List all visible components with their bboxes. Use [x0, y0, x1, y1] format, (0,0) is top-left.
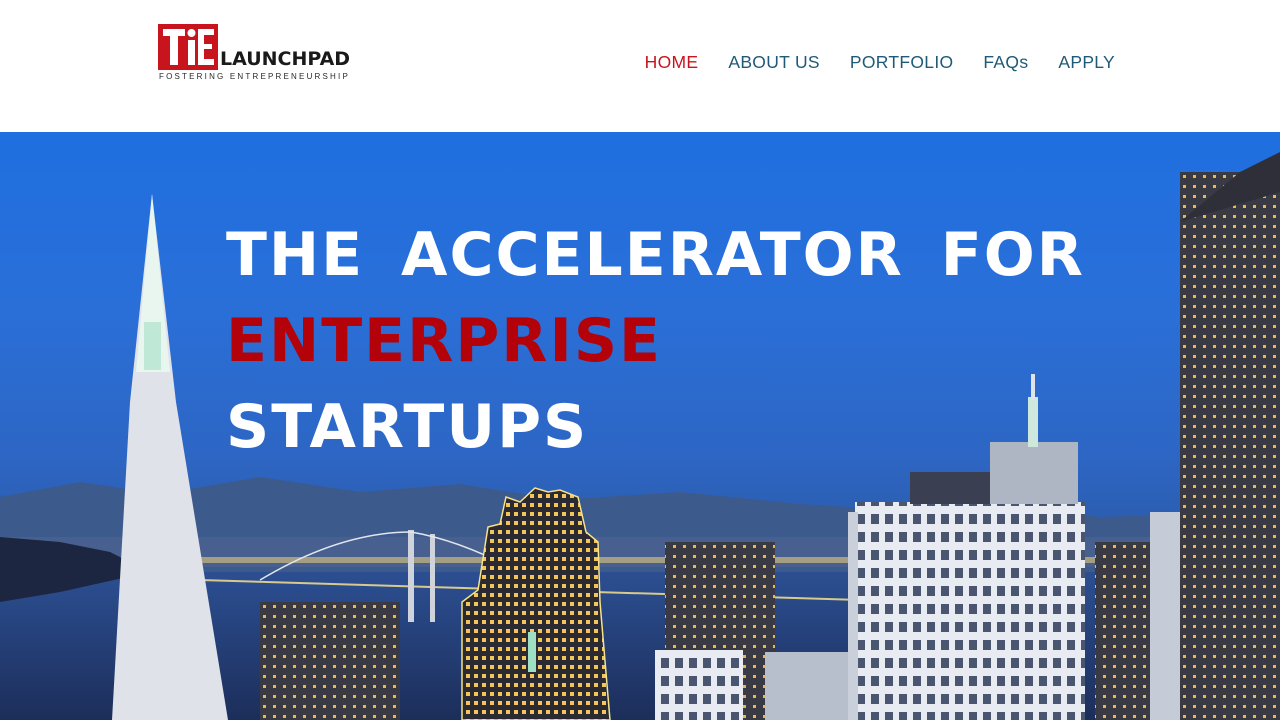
logo-wordmark: LAUNCHPAD [220, 48, 351, 70]
headline-line-3: STARTUPS [226, 392, 589, 462]
hero-headline: THE ACCELERATOR FOR ENTERPRISE STARTUPS [226, 212, 1085, 470]
nav-about-us[interactable]: ABOUT US [728, 52, 820, 73]
tie-launchpad-logo[interactable]: LAUNCHPAD FOSTERING ENTREPRENEURSHIP [158, 24, 358, 84]
nav-faqs[interactable]: FAQs [983, 52, 1028, 73]
headline-line-1: THE ACCELERATOR FOR [226, 220, 1085, 290]
site-header: LAUNCHPAD FOSTERING ENTREPRENEURSHIP HOM… [0, 0, 1280, 132]
tie-logo-mark-icon [158, 24, 218, 70]
nav-home[interactable]: HOME [645, 52, 699, 73]
hero-banner: THE ACCELERATOR FOR ENTERPRISE STARTUPS [0, 132, 1280, 720]
main-nav: HOME ABOUT US PORTFOLIO FAQs APPLY [645, 52, 1115, 73]
logo-tagline: FOSTERING ENTREPRENEURSHIP [159, 72, 350, 81]
headline-line-2: ENTERPRISE [226, 306, 663, 376]
nav-apply[interactable]: APPLY [1058, 52, 1115, 73]
nav-portfolio[interactable]: PORTFOLIO [850, 52, 954, 73]
